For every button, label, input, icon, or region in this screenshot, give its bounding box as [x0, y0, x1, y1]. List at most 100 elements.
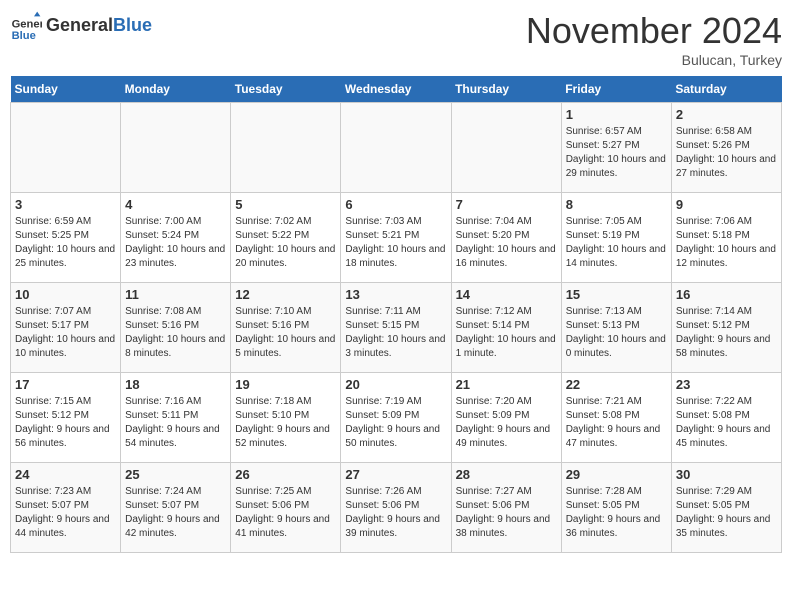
- day-number: 29: [566, 467, 667, 482]
- calendar-header: SundayMondayTuesdayWednesdayThursdayFrid…: [11, 76, 782, 103]
- calendar-cell: 27 Sunrise: 7:26 AM Sunset: 5:06 PM Dayli…: [341, 463, 451, 553]
- cell-info: Sunrise: 7:18 AM Sunset: 5:10 PM Dayligh…: [235, 395, 336, 451]
- cell-info: Sunrise: 7:28 AM Sunset: 5:05 PM Dayligh…: [566, 485, 667, 541]
- cell-info: Sunrise: 7:13 AM Sunset: 5:13 PM Dayligh…: [566, 305, 667, 361]
- cell-info: Sunrise: 7:06 AM Sunset: 5:18 PM Dayligh…: [676, 215, 777, 271]
- day-number: 27: [345, 467, 446, 482]
- day-number: 21: [456, 377, 557, 392]
- day-number: 19: [235, 377, 336, 392]
- location-subtitle: Bulucan, Turkey: [526, 52, 782, 68]
- calendar-cell: 25 Sunrise: 7:24 AM Sunset: 5:07 PM Dayli…: [121, 463, 231, 553]
- calendar-cell: [341, 103, 451, 193]
- page-header: General Blue GeneralBlue November 2024 B…: [10, 10, 782, 68]
- weekday-header-monday: Monday: [121, 76, 231, 103]
- calendar-body: 1Sunrise: 6:57 AM Sunset: 5:27 PM Daylig…: [11, 103, 782, 553]
- cell-info: Sunrise: 7:07 AM Sunset: 5:17 PM Dayligh…: [15, 305, 116, 361]
- day-number: 2: [676, 107, 777, 122]
- calendar-table: SundayMondayTuesdayWednesdayThursdayFrid…: [10, 76, 782, 553]
- weekday-header-wednesday: Wednesday: [341, 76, 451, 103]
- day-number: 9: [676, 197, 777, 212]
- cell-info: Sunrise: 7:24 AM Sunset: 5:07 PM Dayligh…: [125, 485, 226, 541]
- day-number: 24: [15, 467, 116, 482]
- cell-info: Sunrise: 7:12 AM Sunset: 5:14 PM Dayligh…: [456, 305, 557, 361]
- calendar-week-2: 3 Sunrise: 6:59 AM Sunset: 5:25 PM Daylig…: [11, 193, 782, 283]
- day-number: 22: [566, 377, 667, 392]
- weekday-header-thursday: Thursday: [451, 76, 561, 103]
- weekday-header-sunday: Sunday: [11, 76, 121, 103]
- day-number: 4: [125, 197, 226, 212]
- weekday-header-tuesday: Tuesday: [231, 76, 341, 103]
- day-number: 5: [235, 197, 336, 212]
- cell-info: Sunrise: 7:04 AM Sunset: 5:20 PM Dayligh…: [456, 215, 557, 271]
- calendar-cell: 29 Sunrise: 7:28 AM Sunset: 5:05 PM Dayli…: [561, 463, 671, 553]
- day-number: 8: [566, 197, 667, 212]
- calendar-cell: 17 Sunrise: 7:15 AM Sunset: 5:12 PM Dayli…: [11, 373, 121, 463]
- cell-info: Sunrise: 7:02 AM Sunset: 5:22 PM Dayligh…: [235, 215, 336, 271]
- calendar-cell: 28Sunrise: 7:27 AM Sunset: 5:06 PM Dayli…: [451, 463, 561, 553]
- calendar-cell: 6 Sunrise: 7:03 AM Sunset: 5:21 PM Daylig…: [341, 193, 451, 283]
- calendar-cell: 5 Sunrise: 7:02 AM Sunset: 5:22 PM Daylig…: [231, 193, 341, 283]
- day-number: 16: [676, 287, 777, 302]
- svg-text:General: General: [12, 19, 42, 31]
- calendar-week-1: 1Sunrise: 6:57 AM Sunset: 5:27 PM Daylig…: [11, 103, 782, 193]
- calendar-cell: 20Sunrise: 7:19 AM Sunset: 5:09 PM Dayli…: [341, 373, 451, 463]
- calendar-cell: [11, 103, 121, 193]
- cell-info: Sunrise: 7:03 AM Sunset: 5:21 PM Dayligh…: [345, 215, 446, 271]
- calendar-cell: 22 Sunrise: 7:21 AM Sunset: 5:08 PM Dayli…: [561, 373, 671, 463]
- logo-icon: General Blue: [10, 10, 42, 42]
- calendar-cell: 16 Sunrise: 7:14 AM Sunset: 5:12 PM Dayli…: [671, 283, 781, 373]
- cell-info: Sunrise: 7:21 AM Sunset: 5:08 PM Dayligh…: [566, 395, 667, 451]
- calendar-cell: [231, 103, 341, 193]
- title-section: November 2024 Bulucan, Turkey: [526, 10, 782, 68]
- day-number: 3: [15, 197, 116, 212]
- cell-info: Sunrise: 7:08 AM Sunset: 5:16 PM Dayligh…: [125, 305, 226, 361]
- day-number: 11: [125, 287, 226, 302]
- day-number: 25: [125, 467, 226, 482]
- calendar-cell: 14 Sunrise: 7:12 AM Sunset: 5:14 PM Dayli…: [451, 283, 561, 373]
- day-number: 23: [676, 377, 777, 392]
- calendar-week-4: 17 Sunrise: 7:15 AM Sunset: 5:12 PM Dayli…: [11, 373, 782, 463]
- weekday-header-friday: Friday: [561, 76, 671, 103]
- calendar-cell: 23 Sunrise: 7:22 AM Sunset: 5:08 PM Dayli…: [671, 373, 781, 463]
- svg-text:Blue: Blue: [12, 30, 36, 42]
- logo: General Blue GeneralBlue: [10, 10, 152, 42]
- cell-info: Sunrise: 6:59 AM Sunset: 5:25 PM Dayligh…: [15, 215, 116, 271]
- cell-info: Sunrise: 6:58 AM Sunset: 5:26 PM Dayligh…: [676, 125, 777, 181]
- calendar-cell: 18Sunrise: 7:16 AM Sunset: 5:11 PM Dayli…: [121, 373, 231, 463]
- cell-info: Sunrise: 7:29 AM Sunset: 5:05 PM Dayligh…: [676, 485, 777, 541]
- calendar-cell: 1Sunrise: 6:57 AM Sunset: 5:27 PM Daylig…: [561, 103, 671, 193]
- calendar-cell: 7 Sunrise: 7:04 AM Sunset: 5:20 PM Daylig…: [451, 193, 561, 283]
- calendar-cell: 8 Sunrise: 7:05 AM Sunset: 5:19 PM Daylig…: [561, 193, 671, 283]
- calendar-cell: 26 Sunrise: 7:25 AM Sunset: 5:06 PM Dayli…: [231, 463, 341, 553]
- weekday-header-saturday: Saturday: [671, 76, 781, 103]
- day-number: 7: [456, 197, 557, 212]
- cell-info: Sunrise: 7:16 AM Sunset: 5:11 PM Dayligh…: [125, 395, 226, 451]
- day-number: 13: [345, 287, 446, 302]
- calendar-cell: 12Sunrise: 7:10 AM Sunset: 5:16 PM Dayli…: [231, 283, 341, 373]
- cell-info: Sunrise: 6:57 AM Sunset: 5:27 PM Dayligh…: [566, 125, 667, 181]
- calendar-cell: 3 Sunrise: 6:59 AM Sunset: 5:25 PM Daylig…: [11, 193, 121, 283]
- cell-info: Sunrise: 7:11 AM Sunset: 5:15 PM Dayligh…: [345, 305, 446, 361]
- month-title: November 2024: [526, 10, 782, 52]
- weekday-row: SundayMondayTuesdayWednesdayThursdayFrid…: [11, 76, 782, 103]
- cell-info: Sunrise: 7:25 AM Sunset: 5:06 PM Dayligh…: [235, 485, 336, 541]
- cell-info: Sunrise: 7:26 AM Sunset: 5:06 PM Dayligh…: [345, 485, 446, 541]
- day-number: 17: [15, 377, 116, 392]
- cell-info: Sunrise: 7:27 AM Sunset: 5:06 PM Dayligh…: [456, 485, 557, 541]
- cell-info: Sunrise: 7:14 AM Sunset: 5:12 PM Dayligh…: [676, 305, 777, 361]
- day-number: 14: [456, 287, 557, 302]
- cell-info: Sunrise: 7:15 AM Sunset: 5:12 PM Dayligh…: [15, 395, 116, 451]
- calendar-week-5: 24 Sunrise: 7:23 AM Sunset: 5:07 PM Dayli…: [11, 463, 782, 553]
- calendar-cell: 13 Sunrise: 7:11 AM Sunset: 5:15 PM Dayli…: [341, 283, 451, 373]
- calendar-cell: 30Sunrise: 7:29 AM Sunset: 5:05 PM Dayli…: [671, 463, 781, 553]
- logo-text: GeneralBlue: [46, 16, 152, 36]
- calendar-cell: 2 Sunrise: 6:58 AM Sunset: 5:26 PM Daylig…: [671, 103, 781, 193]
- cell-info: Sunrise: 7:19 AM Sunset: 5:09 PM Dayligh…: [345, 395, 446, 451]
- cell-info: Sunrise: 7:05 AM Sunset: 5:19 PM Dayligh…: [566, 215, 667, 271]
- day-number: 15: [566, 287, 667, 302]
- cell-info: Sunrise: 7:23 AM Sunset: 5:07 PM Dayligh…: [15, 485, 116, 541]
- cell-info: Sunrise: 7:22 AM Sunset: 5:08 PM Dayligh…: [676, 395, 777, 451]
- calendar-cell: 9 Sunrise: 7:06 AM Sunset: 5:18 PM Daylig…: [671, 193, 781, 283]
- day-number: 6: [345, 197, 446, 212]
- day-number: 26: [235, 467, 336, 482]
